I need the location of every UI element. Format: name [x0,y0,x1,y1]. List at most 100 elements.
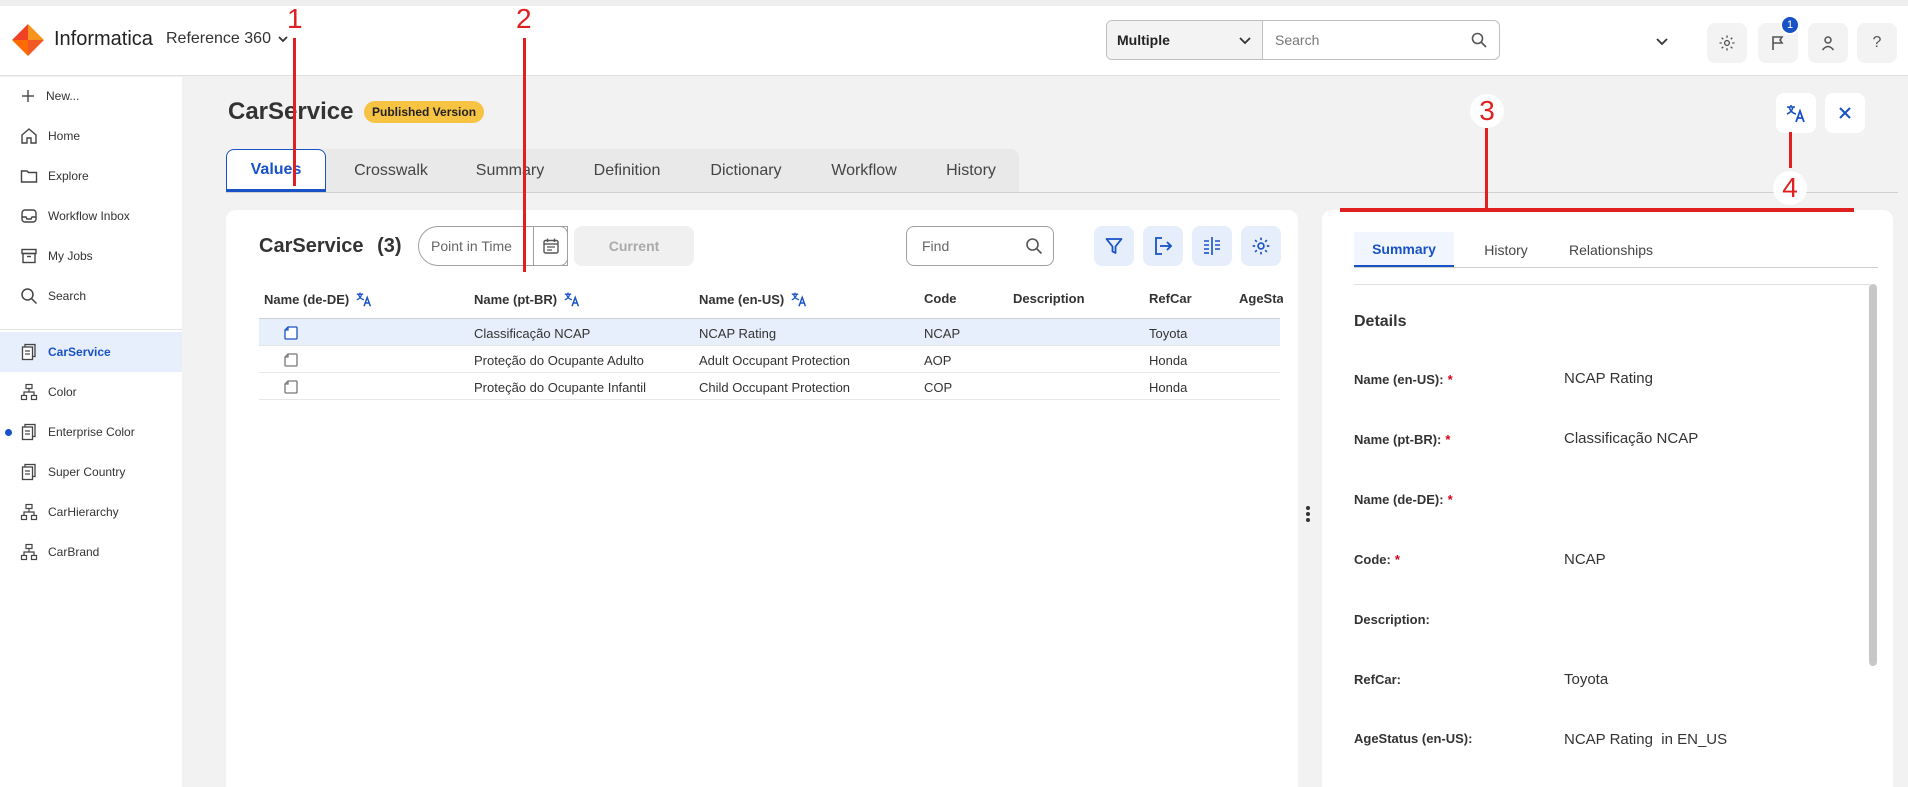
inbox-icon [21,209,37,223]
tab-workflow[interactable]: Workflow [812,149,916,192]
annotation-line [523,38,526,272]
annotation-line [293,38,296,186]
tab-history[interactable]: History [928,149,1014,192]
tab-definition[interactable]: Definition [574,149,680,192]
notifications-button[interactable]: 1 [1758,15,1800,63]
compare-icon [1204,237,1220,255]
translate-icon[interactable] [355,291,373,307]
tab-summary[interactable]: Summary [458,149,562,192]
current-button[interactable]: Current [574,226,694,266]
cell-refcar: Toyota [1149,326,1188,341]
grid-title-name: CarService [259,235,364,257]
field-label-name-de: Name (de-DE): * [1354,492,1453,507]
field-label-code: Code: * [1354,552,1400,567]
close-button[interactable] [1825,93,1865,133]
sidebar-item-label: Enterprise Color [48,425,135,439]
cell-name-en: Adult Occupant Protection [699,353,851,368]
sidebar-divider [0,329,182,330]
panel-tab-summary[interactable]: Summary [1354,232,1454,268]
flag-icon [1772,36,1784,50]
search-input[interactable]: Search [1263,21,1499,59]
sidebar-item-label: Color [48,385,77,399]
export-button[interactable] [1143,226,1183,266]
cell-name-en: Child Occupant Protection [699,380,851,395]
search-scope-select[interactable]: Multiple [1107,21,1263,59]
table-row[interactable]: Proteção do Ocupante Infantil Child Occu… [259,373,1280,400]
find-placeholder: Find [922,238,950,254]
user-profile-button[interactable] [1808,23,1848,63]
sidebar-item-search[interactable]: Search [0,277,182,315]
record-icon[interactable] [283,352,299,368]
sidebar-item-carservice[interactable]: CarService [0,332,182,372]
sidebar-item-label: New... [46,89,80,103]
settings-button[interactable] [1707,23,1747,63]
user-icon [1821,36,1835,51]
filter-icon [1105,238,1123,254]
sidebar-item-super-country[interactable]: Super Country [0,453,182,491]
column-header-code[interactable]: Code [924,291,957,306]
cell-name-pt: Classificação NCAP [474,326,591,341]
translate-icon[interactable] [790,291,808,307]
field-value-name-pt: Classificação NCAP [1564,430,1699,447]
field-value-refcar: Toyota [1564,671,1609,688]
record-icon[interactable] [283,325,299,341]
chevron-down-icon [1239,37,1251,45]
search-placeholder: Search [1275,32,1320,48]
record-icon[interactable] [283,379,299,395]
search-icon[interactable] [1471,32,1487,48]
column-header-refcar[interactable]: RefCar [1149,291,1192,306]
sidebar-item-explore[interactable]: Explore [0,157,182,195]
table-row[interactable]: Proteção do Ocupante Adulto Adult Occupa… [259,346,1280,373]
document-stack-icon [21,343,36,361]
unsaved-indicator-dot [5,428,12,436]
cell-code: NCAP [924,326,961,341]
table-row[interactable]: Classificação NCAP NCAP Rating NCAP Toyo… [259,319,1280,346]
hierarchy-icon [20,543,38,561]
grid-title: CarService (3) [259,235,402,258]
field-label-agestatus: AgeStatus (en-US): [1354,731,1473,746]
grid-settings-button[interactable] [1241,226,1281,266]
tab-crosswalk[interactable]: Crosswalk [335,149,447,192]
filter-button[interactable] [1094,226,1134,266]
column-label: Name (pt-BR) [474,291,558,307]
export-icon [1155,237,1173,255]
sidebar-item-label: Search [48,289,87,303]
column-header-agestatus[interactable]: AgeSta [1239,291,1283,306]
sidebar-item-new[interactable]: New... [0,77,182,115]
tab-values[interactable]: Values [226,149,326,192]
panel-tab-relationships[interactable]: Relationships [1556,232,1666,268]
sidebar-item-label: Home [48,129,81,143]
sidebar-item-enterprise-color[interactable]: Enterprise Color [0,413,182,451]
panel-scrollbar[interactable] [1869,284,1877,666]
sidebar-item-color[interactable]: Color [0,373,182,411]
find-input[interactable]: Find [906,226,1054,266]
panel-resize-handle-icon[interactable] [1305,504,1311,524]
field-label-name-pt: Name (pt-BR): * [1354,432,1451,447]
field-value-name-en: NCAP Rating [1564,370,1653,387]
sidebar-item-carhierarchy[interactable]: CarHierarchy [0,493,182,531]
calendar-icon [542,238,559,254]
translate-button[interactable] [1776,93,1816,133]
help-button[interactable]: ? [1857,23,1897,63]
tab-dictionary[interactable]: Dictionary [692,149,800,192]
sidebar-item-my-jobs[interactable]: My Jobs [0,237,182,275]
sidebar-item-home[interactable]: Home [0,117,182,155]
column-header-description[interactable]: Description [1013,291,1085,306]
chevron-down-icon[interactable] [1655,34,1669,48]
column-header-name-de[interactable]: Name (de-DE) [264,291,373,307]
column-header-name-pt[interactable]: Name (pt-BR) [474,291,581,307]
column-label: Name (de-DE) [264,291,350,307]
translate-icon[interactable] [563,291,581,307]
required-mark: * [1447,492,1453,507]
sidebar-item-label: CarService [48,345,111,359]
compare-button[interactable] [1192,226,1232,266]
column-header-name-en[interactable]: Name (en-US) [699,291,808,307]
archive-icon [21,248,37,264]
sidebar-item-carbrand[interactable]: CarBrand [0,533,182,571]
panel-tab-history[interactable]: History [1466,232,1546,268]
sidebar-item-workflow-inbox[interactable]: Workflow Inbox [0,197,182,235]
sidebar-item-label: Super Country [48,465,126,479]
hierarchy-icon [20,383,38,401]
calendar-button[interactable] [533,226,568,266]
product-switcher[interactable]: Reference 360 [166,30,289,48]
